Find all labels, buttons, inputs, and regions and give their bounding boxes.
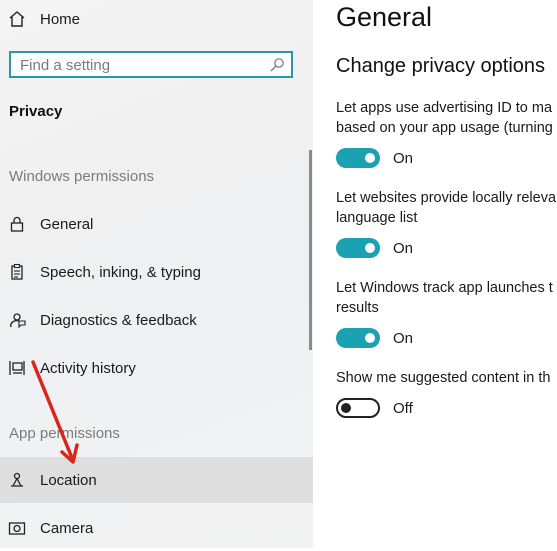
lock-icon	[8, 215, 26, 233]
toggle-state-label: On	[393, 240, 414, 257]
search-icon[interactable]	[269, 57, 285, 73]
option-description-line: results	[336, 300, 379, 316]
toggle-knob	[341, 403, 351, 413]
option-description-line: Let Windows track app launches t	[336, 280, 553, 296]
toggle-knob	[365, 243, 375, 253]
page-title: General	[336, 2, 433, 32]
search-box[interactable]	[9, 51, 293, 78]
sidebar-item-label: General	[40, 215, 94, 233]
option-description: Let Windows track app launches t results	[336, 278, 553, 318]
toggle-knob	[365, 333, 375, 343]
toggle-state-label: Off	[393, 400, 413, 417]
sidebar-item-location[interactable]: Location	[0, 457, 313, 503]
sidebar-item-general[interactable]: General	[0, 201, 313, 247]
feedback-icon	[8, 311, 26, 329]
option-description-line: Show me suggested content in th	[336, 370, 551, 386]
option-description: Let websites provide locally releva lang…	[336, 188, 556, 228]
sidebar-item-speech[interactable]: Speech, inking, & typing	[0, 249, 313, 295]
app-launch-tracking-toggle[interactable]	[336, 328, 380, 348]
sidebar-item-label: Camera	[40, 519, 94, 537]
clipboard-icon	[8, 263, 26, 281]
timeline-icon	[8, 359, 26, 377]
search-input[interactable]	[20, 55, 260, 75]
option-description-line: Let apps use advertising ID to ma	[336, 100, 553, 116]
option-description: Let apps use advertising ID to ma based …	[336, 98, 553, 138]
option-description-line: language list	[336, 210, 418, 226]
suggested-content-toggle[interactable]	[336, 398, 380, 418]
home-icon	[8, 10, 26, 28]
sidebar-scrollbar[interactable]	[309, 150, 312, 350]
sidebar-item-camera[interactable]: Camera	[0, 505, 313, 551]
sidebar-item-label: Diagnostics & feedback	[40, 311, 197, 329]
toggle-state-label: On	[393, 150, 414, 167]
option-description-line: Let websites provide locally releva	[336, 190, 557, 206]
camera-icon	[8, 519, 26, 537]
sidebar-item-diagnostics[interactable]: Diagnostics & feedback	[0, 297, 313, 343]
home-nav-item[interactable]: Home	[0, 0, 313, 42]
privacy-heading: Privacy	[9, 103, 63, 120]
option-description: Show me suggested content in th	[336, 368, 550, 388]
toggle-knob	[365, 153, 375, 163]
sidebar-item-label: Location	[40, 471, 97, 489]
sidebar-item-label: Activity history	[40, 359, 136, 377]
toggle-state-label: On	[393, 330, 414, 347]
sidebar-item-activity-history[interactable]: Activity history	[0, 345, 313, 391]
settings-sidebar: Home Privacy Windows permissions General…	[0, 0, 313, 548]
option-description-line: based on your app usage (turning	[336, 120, 553, 136]
main-content: General Change privacy options Let apps …	[313, 0, 557, 548]
home-label: Home	[40, 10, 81, 28]
language-list-toggle[interactable]	[336, 238, 380, 258]
location-icon	[8, 471, 26, 489]
app-permissions-heading: App permissions	[9, 425, 120, 442]
sidebar-item-label: Speech, inking, & typing	[40, 263, 201, 281]
advertising-id-toggle[interactable]	[336, 148, 380, 168]
section-title: Change privacy options	[336, 55, 546, 77]
windows-permissions-heading: Windows permissions	[9, 168, 155, 185]
